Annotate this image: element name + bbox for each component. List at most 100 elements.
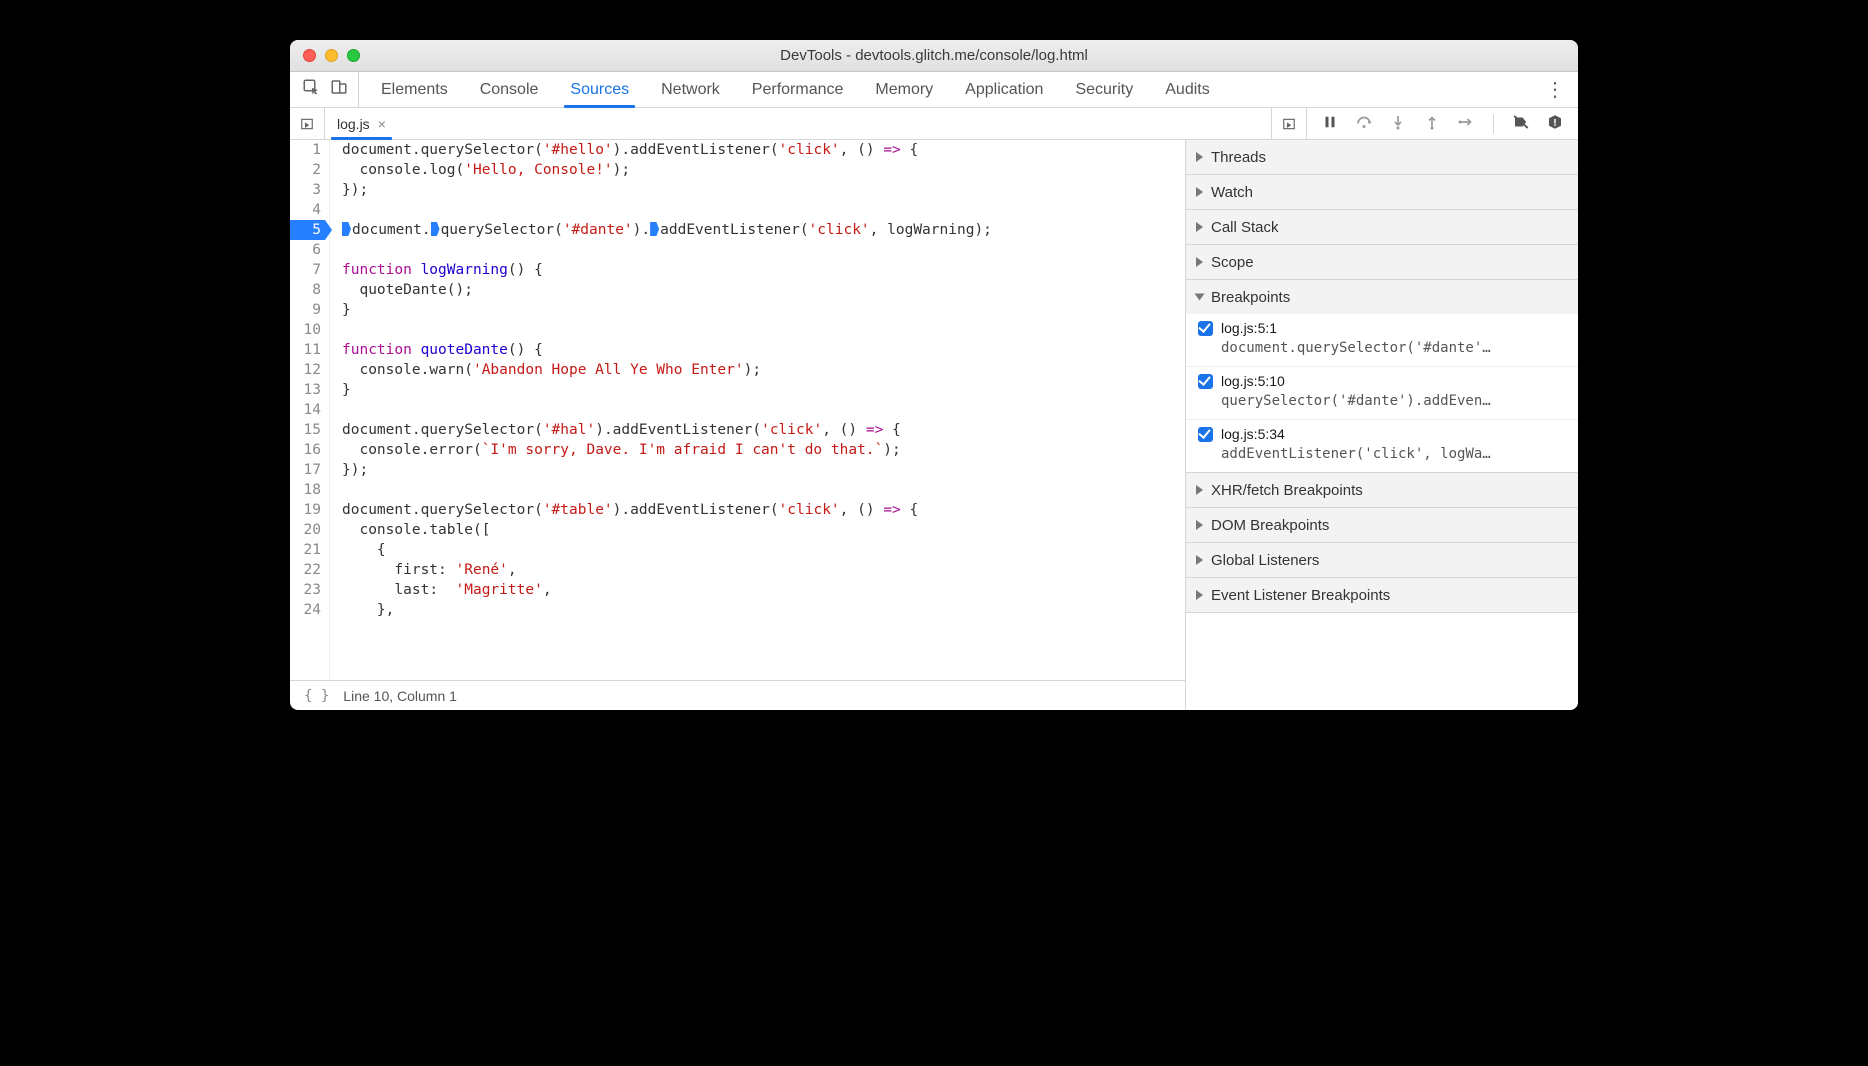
code-line[interactable] — [342, 480, 992, 500]
panel-tab-elements[interactable]: Elements — [365, 72, 464, 107]
code-line[interactable]: last: 'Magritte', — [342, 580, 992, 600]
threads-section[interactable]: Threads — [1186, 140, 1578, 174]
breakpoint-location: log.js:5:10 — [1221, 373, 1285, 389]
panel-tab-sources[interactable]: Sources — [554, 72, 645, 107]
step-over-icon[interactable] — [1355, 113, 1373, 134]
xhr-breakpoints-section[interactable]: XHR/fetch Breakpoints — [1186, 473, 1578, 507]
cursor-position: Line 10, Column 1 — [343, 688, 457, 704]
line-number[interactable]: 15 — [290, 420, 325, 440]
line-number[interactable]: 22 — [290, 560, 325, 580]
line-number[interactable]: 20 — [290, 520, 325, 540]
code-line[interactable]: { — [342, 540, 992, 560]
close-file-tab-icon[interactable]: × — [378, 116, 386, 132]
window-title: DevTools - devtools.glitch.me/console/lo… — [290, 47, 1578, 64]
code-line[interactable] — [342, 200, 992, 220]
callstack-section[interactable]: Call Stack — [1186, 210, 1578, 244]
show-debugger-icon[interactable] — [1271, 108, 1306, 139]
pretty-print-icon[interactable]: { } — [304, 688, 329, 704]
panel-tab-audits[interactable]: Audits — [1149, 72, 1225, 107]
panel-tab-security[interactable]: Security — [1059, 72, 1149, 107]
code-line[interactable]: first: 'René', — [342, 560, 992, 580]
zoom-window-button[interactable] — [347, 49, 360, 62]
code-line[interactable]: document.querySelector('#table').addEven… — [342, 500, 992, 520]
inspect-element-icon[interactable] — [302, 78, 320, 101]
code-line[interactable]: console.table([ — [342, 520, 992, 540]
code-line[interactable]: console.warn('Abandon Hope All Ye Who En… — [342, 360, 992, 380]
code-line[interactable] — [342, 400, 992, 420]
xhr-breakpoints-label: XHR/fetch Breakpoints — [1211, 482, 1363, 499]
code-line[interactable]: } — [342, 380, 992, 400]
show-navigator-icon[interactable] — [290, 108, 325, 139]
scope-section[interactable]: Scope — [1186, 245, 1578, 279]
line-number[interactable]: 18 — [290, 480, 325, 500]
breakpoints-section[interactable]: Breakpoints — [1186, 280, 1578, 314]
breakpoint-item[interactable]: log.js:5:1document.querySelector('#dante… — [1186, 314, 1578, 367]
code-line[interactable]: }); — [342, 460, 992, 480]
line-number[interactable]: 7 — [290, 260, 325, 280]
inline-breakpoint-icon[interactable] — [342, 222, 351, 236]
inline-breakpoint-icon[interactable] — [431, 222, 440, 236]
line-number[interactable]: 24 — [290, 600, 325, 620]
line-number[interactable]: 1 — [290, 140, 325, 160]
code-line[interactable]: } — [342, 300, 992, 320]
breakpoint-item[interactable]: log.js:5:34addEventListener('click', log… — [1186, 420, 1578, 472]
minimize-window-button[interactable] — [325, 49, 338, 62]
inline-breakpoint-icon[interactable] — [650, 222, 659, 236]
line-number[interactable]: 8 — [290, 280, 325, 300]
line-number[interactable]: 2 — [290, 160, 325, 180]
line-number[interactable]: 17 — [290, 460, 325, 480]
watch-section[interactable]: Watch — [1186, 175, 1578, 209]
code-line[interactable] — [342, 320, 992, 340]
global-listeners-section[interactable]: Global Listeners — [1186, 543, 1578, 577]
code-line[interactable]: }); — [342, 180, 992, 200]
line-number[interactable]: 12 — [290, 360, 325, 380]
panel-tab-performance[interactable]: Performance — [736, 72, 860, 107]
line-number[interactable]: 16 — [290, 440, 325, 460]
code-line[interactable]: console.error(`I'm sorry, Dave. I'm afra… — [342, 440, 992, 460]
code-line[interactable]: function logWarning() { — [342, 260, 992, 280]
event-listener-breakpoints-section[interactable]: Event Listener Breakpoints — [1186, 578, 1578, 612]
deactivate-breakpoints-icon[interactable] — [1512, 113, 1530, 134]
titlebar: DevTools - devtools.glitch.me/console/lo… — [290, 40, 1578, 72]
line-number[interactable]: 23 — [290, 580, 325, 600]
pause-script-icon[interactable] — [1321, 113, 1339, 134]
breakpoint-checkbox[interactable] — [1198, 321, 1213, 336]
line-number[interactable]: 21 — [290, 540, 325, 560]
line-number[interactable]: 13 — [290, 380, 325, 400]
line-number[interactable]: 3 — [290, 180, 325, 200]
step-into-icon[interactable] — [1389, 113, 1407, 134]
close-window-button[interactable] — [303, 49, 316, 62]
panel-tab-network[interactable]: Network — [645, 72, 736, 107]
devtools-menu-button[interactable]: ⋮ — [1544, 72, 1566, 107]
line-number[interactable]: 11 — [290, 340, 325, 360]
panel-tab-console[interactable]: Console — [464, 72, 555, 107]
line-number[interactable]: 5 — [290, 220, 325, 240]
line-number[interactable]: 6 — [290, 240, 325, 260]
code-editor[interactable]: 123456789101112131415161718192021222324 … — [290, 140, 1186, 710]
line-number[interactable]: 9 — [290, 300, 325, 320]
breakpoint-checkbox[interactable] — [1198, 374, 1213, 389]
code-line[interactable]: document.querySelector('#dante').addEven… — [342, 220, 992, 240]
sources-body: 123456789101112131415161718192021222324 … — [290, 140, 1578, 710]
panel-tab-memory[interactable]: Memory — [859, 72, 949, 107]
device-toolbar-icon[interactable] — [330, 78, 348, 101]
file-tab-logjs[interactable]: log.js × — [325, 108, 398, 139]
code-line[interactable]: document.querySelector('#hal').addEventL… — [342, 420, 992, 440]
code-line[interactable] — [342, 240, 992, 260]
step-icon[interactable] — [1457, 113, 1475, 134]
code-line[interactable]: document.querySelector('#hello').addEven… — [342, 140, 992, 160]
code-line[interactable]: }, — [342, 600, 992, 620]
line-number[interactable]: 19 — [290, 500, 325, 520]
breakpoint-item[interactable]: log.js:5:10querySelector('#dante').addEv… — [1186, 367, 1578, 420]
dom-breakpoints-section[interactable]: DOM Breakpoints — [1186, 508, 1578, 542]
panel-tab-application[interactable]: Application — [949, 72, 1059, 107]
line-number[interactable]: 10 — [290, 320, 325, 340]
code-line[interactable]: function quoteDante() { — [342, 340, 992, 360]
code-line[interactable]: console.log('Hello, Console!'); — [342, 160, 992, 180]
pause-on-exceptions-icon[interactable] — [1546, 113, 1564, 134]
step-out-icon[interactable] — [1423, 113, 1441, 134]
line-number[interactable]: 4 — [290, 200, 325, 220]
breakpoint-checkbox[interactable] — [1198, 427, 1213, 442]
code-line[interactable]: quoteDante(); — [342, 280, 992, 300]
line-number[interactable]: 14 — [290, 400, 325, 420]
